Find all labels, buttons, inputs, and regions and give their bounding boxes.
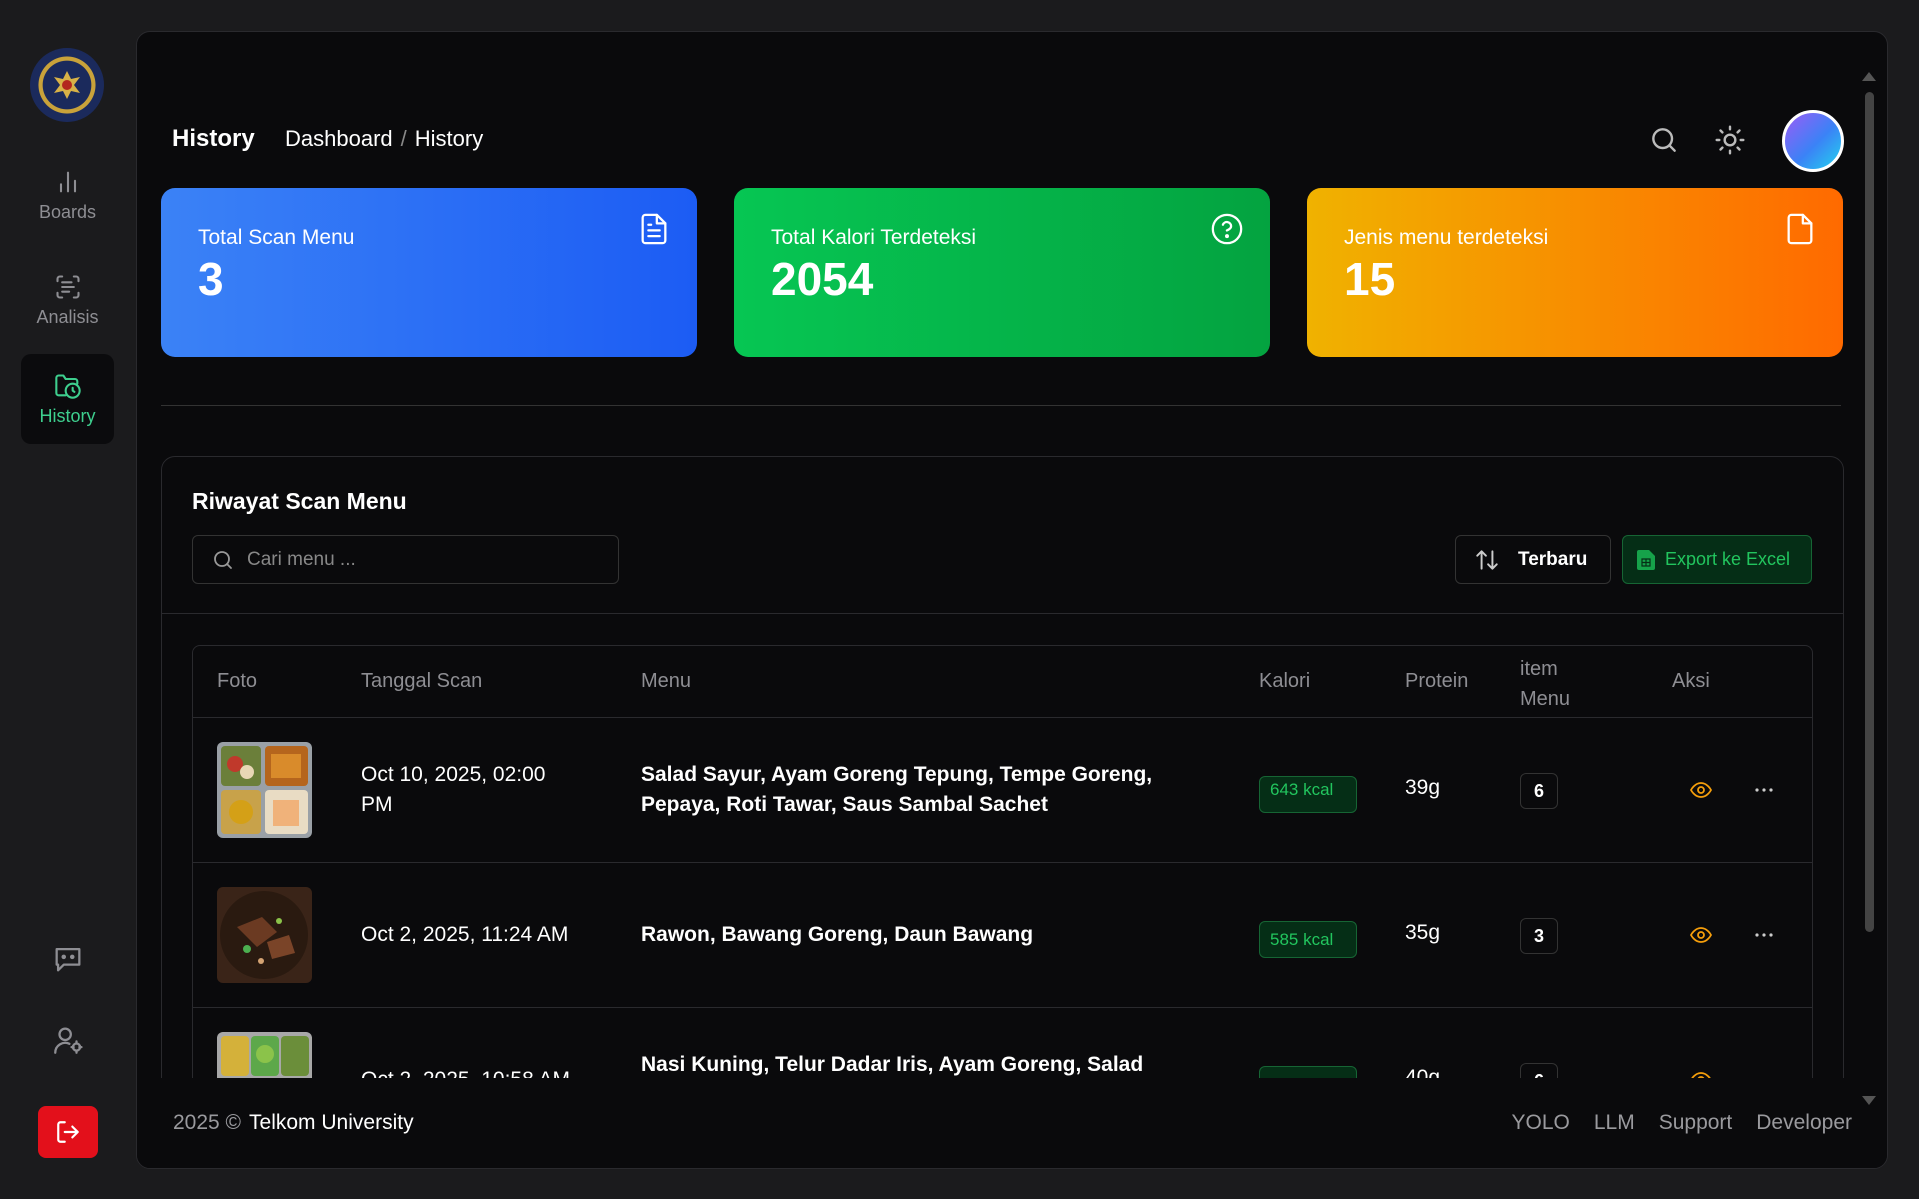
copyright-org[interactable]: Telkom University bbox=[249, 1111, 414, 1134]
chat-bot-icon[interactable] bbox=[51, 942, 85, 976]
page-title: History bbox=[172, 125, 255, 152]
export-label: Export ke Excel bbox=[1665, 549, 1791, 569]
emblem-icon bbox=[54, 71, 80, 99]
spreadsheet-icon bbox=[1637, 549, 1655, 570]
table-header: Foto Tanggal Scan Menu Kalori Protein it… bbox=[193, 646, 1812, 718]
bar-chart-icon bbox=[59, 171, 76, 192]
stat-card-total-scan: Total Scan Menu 3 bbox=[161, 188, 697, 357]
scroll-up-arrow[interactable] bbox=[1862, 72, 1876, 81]
stat-value: 15 bbox=[1344, 253, 1396, 305]
stat-label: Total Scan Menu bbox=[198, 226, 355, 249]
more-horizontal-icon[interactable] bbox=[1751, 923, 1777, 947]
sun-icon[interactable] bbox=[1714, 124, 1746, 156]
footer-link-llm[interactable]: LLM bbox=[1594, 1111, 1635, 1135]
stat-value: 2054 bbox=[771, 253, 874, 305]
scan-text-icon bbox=[55, 274, 80, 299]
menu-items: Rawon, Bawang Goreng, Daun Bawang bbox=[641, 923, 1034, 946]
menu-items: Salad Sayur, Ayam Goreng Tepung, Tempe G… bbox=[641, 763, 1153, 816]
col-protein: Protein bbox=[1405, 670, 1469, 692]
kcal-badge: 643 kcal bbox=[1259, 776, 1357, 813]
sidebar-item-analisis[interactable]: Analisis bbox=[21, 255, 114, 345]
breadcrumb: Dashboard / History bbox=[285, 126, 483, 152]
panel-divider bbox=[162, 613, 1843, 614]
sort-arrows-icon bbox=[1476, 549, 1498, 570]
search-icon[interactable] bbox=[1648, 124, 1680, 156]
item-count-badge: 6 bbox=[1520, 773, 1558, 809]
item-count-badge: 3 bbox=[1520, 918, 1558, 954]
scan-date: Oct 10, 2025, 02:00 PM bbox=[361, 763, 546, 816]
stat-card-total-kalori: Total Kalori Terdeteksi 2054 bbox=[734, 188, 1270, 357]
sort-label: Terbaru bbox=[1518, 548, 1588, 570]
col-tanggal: Tanggal Scan bbox=[361, 670, 483, 692]
col-item-menu: item Menu bbox=[1520, 658, 1571, 710]
stat-label: Total Kalori Terdeteksi bbox=[771, 226, 977, 249]
app-logo bbox=[30, 48, 104, 122]
table-row[interactable]: Oct 10, 2025, 02:00 PM Salad Sayur, Ayam… bbox=[193, 718, 1812, 863]
protein-value: 39g bbox=[1405, 776, 1441, 799]
export-excel-button[interactable]: Export ke Excel bbox=[1622, 535, 1812, 584]
search-input[interactable] bbox=[247, 548, 617, 571]
footer-link-developer[interactable]: Developer bbox=[1756, 1111, 1852, 1135]
food-photo bbox=[217, 742, 312, 838]
kcal-badge: 585 kcal bbox=[1259, 921, 1357, 958]
stat-label: Jenis menu terdeteksi bbox=[1344, 226, 1549, 249]
breadcrumb-separator: / bbox=[400, 126, 407, 151]
col-menu: Menu bbox=[641, 670, 692, 692]
file-text-icon bbox=[641, 213, 667, 245]
logout-icon bbox=[57, 1121, 79, 1143]
sort-button[interactable]: Terbaru bbox=[1455, 535, 1611, 584]
history-panel: Riwayat Scan Menu Terbaru Export ke Exce… bbox=[161, 456, 1844, 1168]
table-row[interactable]: Oct 2, 2025, 11:24 AM Rawon, Bawang Gore… bbox=[193, 863, 1812, 1008]
eye-icon[interactable] bbox=[1689, 778, 1713, 802]
stat-value: 3 bbox=[198, 253, 224, 305]
protein-value: 35g bbox=[1405, 921, 1441, 944]
search-box bbox=[192, 535, 619, 584]
more-horizontal-icon[interactable] bbox=[1751, 778, 1777, 802]
footer-link-support[interactable]: Support bbox=[1659, 1111, 1733, 1135]
sidebar-item-label: History bbox=[39, 405, 96, 426]
col-kalori: Kalori bbox=[1259, 670, 1311, 692]
copyright-year: 2025 © bbox=[173, 1111, 242, 1134]
footer: 2025 © Telkom University YOLO LLM Support… bbox=[137, 1078, 1887, 1168]
copyright: 2025 © Telkom University bbox=[173, 1111, 414, 1135]
scroll-down-arrow[interactable] bbox=[1862, 1096, 1876, 1105]
col-foto: Foto bbox=[217, 670, 258, 692]
search-icon bbox=[214, 550, 232, 569]
sidebar-item-history[interactable]: History bbox=[21, 354, 114, 444]
user-settings-icon[interactable] bbox=[51, 1023, 85, 1057]
sidebar-item-label: Boards bbox=[38, 201, 97, 222]
sidebar-item-label: Analisis bbox=[36, 306, 99, 327]
folder-clock-icon bbox=[54, 373, 81, 399]
sidebar-item-boards[interactable]: Boards bbox=[21, 150, 114, 240]
food-tray-image bbox=[217, 742, 312, 838]
header: History Dashboard / History bbox=[172, 92, 1852, 192]
food-photo bbox=[217, 887, 312, 983]
main-content: History Dashboard / History Total Scan M… bbox=[136, 31, 1888, 1169]
scan-date: Oct 2, 2025, 11:24 AM bbox=[361, 923, 569, 946]
section-divider bbox=[161, 405, 1841, 406]
avatar[interactable] bbox=[1782, 110, 1844, 172]
footer-link-yolo[interactable]: YOLO bbox=[1511, 1111, 1569, 1135]
footer-links: YOLO LLM Support Developer bbox=[1511, 1111, 1852, 1135]
rawon-image bbox=[217, 887, 312, 983]
help-circle-icon bbox=[1211, 213, 1243, 245]
breadcrumb-history: History bbox=[414, 126, 484, 151]
eye-icon[interactable] bbox=[1689, 923, 1713, 947]
breadcrumb-dashboard[interactable]: Dashboard bbox=[285, 126, 393, 152]
file-icon bbox=[1787, 213, 1813, 245]
sidebar: Boards Analisis History bbox=[0, 0, 135, 1199]
scrollbar-thumb[interactable] bbox=[1865, 92, 1874, 932]
stat-card-jenis-menu: Jenis menu terdeteksi 15 bbox=[1307, 188, 1843, 357]
logout-button[interactable] bbox=[38, 1106, 98, 1158]
panel-title: Riwayat Scan Menu bbox=[192, 488, 407, 514]
scrollbar[interactable] bbox=[1861, 72, 1876, 1112]
col-aksi: Aksi bbox=[1672, 670, 1710, 692]
